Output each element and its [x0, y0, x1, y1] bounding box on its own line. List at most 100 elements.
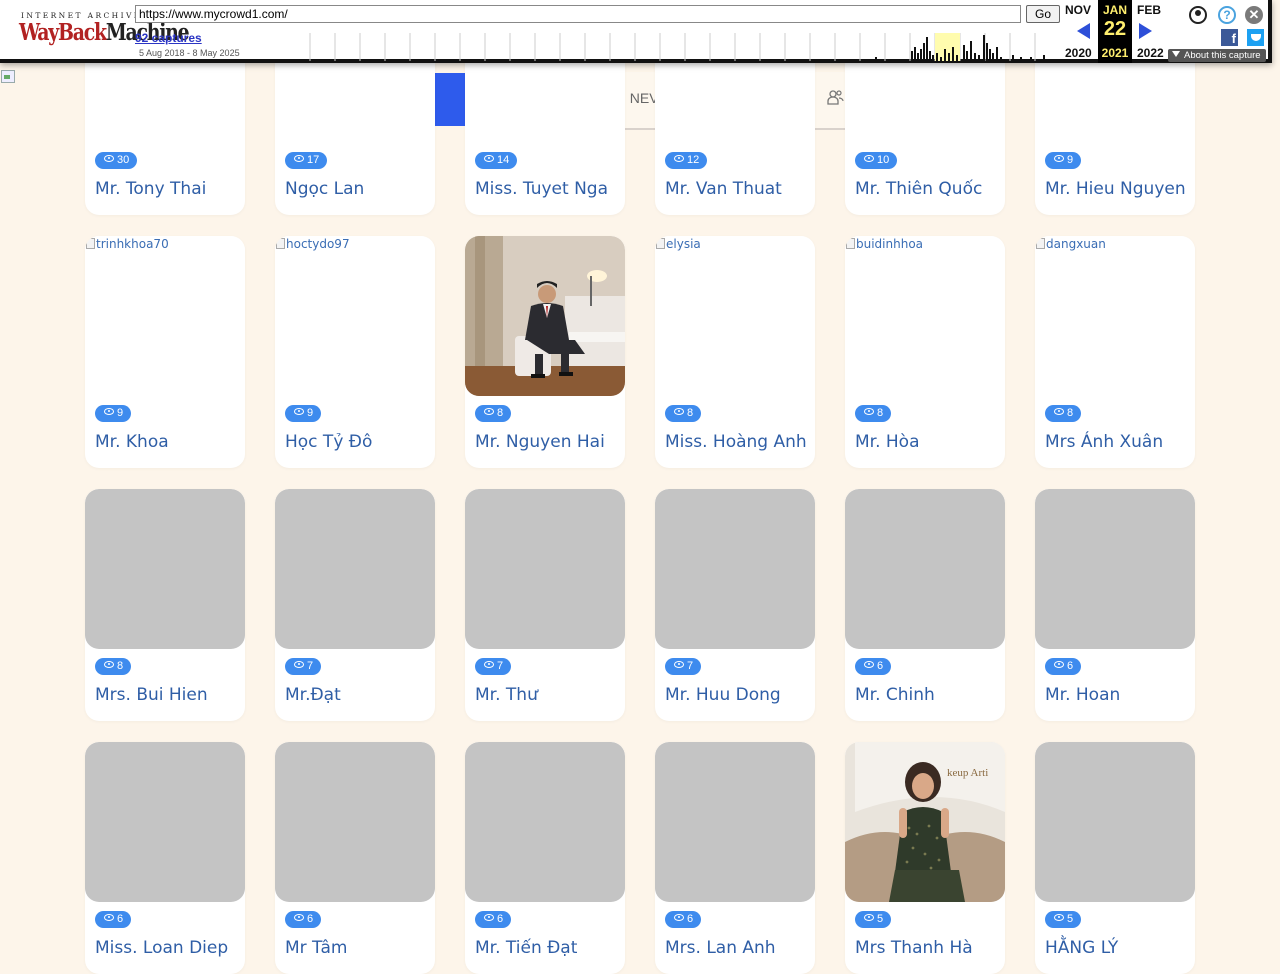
photo-alt-text: hoctydo97 [276, 237, 350, 251]
eye-icon [1054, 155, 1064, 162]
profile-card[interactable]: hoctydo97 9 Học Tỷ Đô [275, 236, 435, 468]
views-badge: 8 [665, 405, 702, 422]
people-icon[interactable] [826, 88, 844, 106]
profile-card[interactable]: keup Arti 5 Mrs Thanh Hà [845, 742, 1005, 974]
about-capture-button[interactable]: About this capture [1168, 49, 1266, 62]
profile-photo[interactable] [275, 489, 435, 649]
profile-card[interactable]: 7 Mr.Đạt [275, 489, 435, 721]
profile-name[interactable]: Mr. Tiến Đạt [475, 938, 577, 958]
profile-name[interactable]: Mr.Đạt [285, 685, 341, 705]
views-count: 6 [307, 913, 314, 925]
profile-photo[interactable] [465, 489, 625, 649]
profile-name[interactable]: Mrs. Lan Anh [665, 938, 776, 958]
profile-name[interactable]: Mr. Hoan [1045, 685, 1120, 705]
profile-name[interactable]: Mr. Chinh [855, 685, 935, 705]
profile-photo[interactable] [85, 489, 245, 649]
profile-photo[interactable]: keup Arti [845, 742, 1005, 902]
profile-card[interactable]: buidinhhoa 8 Mr. Hòa [845, 236, 1005, 468]
captures-link[interactable]: 92 captures [135, 31, 202, 45]
profile-photo[interactable]: buidinhhoa [845, 236, 1005, 396]
views-count: 8 [687, 407, 694, 419]
views-count: 9 [1067, 154, 1074, 166]
views-count: 8 [497, 407, 504, 419]
views-count: 8 [877, 407, 884, 419]
profile-name[interactable]: Mrs Thanh Hà [855, 938, 973, 958]
next-year-label[interactable]: 2022 [1137, 46, 1164, 60]
profile-card[interactable]: 8 Mr. Nguyen Hai [465, 236, 625, 468]
profile-name[interactable]: Ngọc Lan [285, 179, 364, 199]
profile-name[interactable]: Mr. Van Thuat [665, 179, 782, 199]
profile-photo[interactable]: elysia [655, 236, 815, 396]
profile-name[interactable]: Mrs. Bui Hien [95, 685, 208, 705]
profile-name[interactable]: Học Tỷ Đô [285, 432, 372, 452]
prev-month-label[interactable]: NOV [1065, 3, 1091, 17]
profile-photo[interactable] [465, 742, 625, 902]
views-badge: 5 [855, 911, 892, 928]
views-badge: 7 [285, 658, 322, 675]
views-badge: 8 [1045, 405, 1082, 422]
profile-photo[interactable] [655, 742, 815, 902]
profile-name[interactable]: Miss. Hoàng Anh [665, 432, 807, 452]
profile-name[interactable]: Mrs Ánh Xuân [1045, 432, 1163, 452]
facebook-share-icon[interactable]: f [1221, 29, 1238, 46]
views-badge: 6 [1045, 658, 1082, 675]
profile-name[interactable]: Mr. Thiên Quốc [855, 179, 982, 199]
broken-image-icon [0, 69, 16, 83]
profile-name[interactable]: Mr. Hieu Nguyen [1045, 179, 1186, 199]
profile-card[interactable]: 7 Mr. Huu Dong [655, 489, 815, 721]
profile-name[interactable]: Mr. Thư [475, 685, 538, 705]
user-account-icon[interactable] [1189, 6, 1207, 24]
profile-photo[interactable] [1035, 742, 1195, 902]
profile-card[interactable]: 6 Miss. Loan Diep [85, 742, 245, 974]
eye-icon [674, 914, 684, 921]
profile-name[interactable]: Miss. Loan Diep [95, 938, 228, 958]
profile-photo[interactable] [85, 742, 245, 902]
profile-name[interactable]: Mr. Huu Dong [665, 685, 781, 705]
profile-name[interactable]: Mr. Hòa [855, 432, 920, 452]
profile-card[interactable]: 6 Mr. Chinh [845, 489, 1005, 721]
close-icon[interactable]: ✕ [1245, 6, 1263, 24]
twitter-share-icon[interactable] [1247, 29, 1264, 46]
views-badge: 9 [1045, 152, 1082, 169]
profile-card[interactable]: 6 Mr. Hoan [1035, 489, 1195, 721]
eye-icon [484, 661, 494, 668]
profile-photo[interactable] [1035, 489, 1195, 649]
current-capture: JAN 22 2021 [1098, 0, 1132, 63]
profile-name[interactable]: Mr. Tony Thai [95, 179, 206, 199]
profile-card[interactable]: trinhkhoa70 9 Mr. Khoa [85, 236, 245, 468]
profile-card[interactable]: 6 Mr Tâm [275, 742, 435, 974]
profile-name[interactable]: HẰNG LÝ [1045, 938, 1118, 958]
profile-name[interactable]: Mr. Khoa [95, 432, 169, 452]
profile-photo[interactable]: hoctydo97 [275, 236, 435, 396]
profile-name[interactable]: Miss. Tuyet Nga [475, 179, 608, 199]
profile-photo[interactable] [845, 489, 1005, 649]
eye-icon [674, 408, 684, 415]
profile-card[interactable]: dangxuan 8 Mrs Ánh Xuân [1035, 236, 1195, 468]
profile-photo[interactable] [655, 489, 815, 649]
profile-name[interactable]: Mr Tâm [285, 938, 347, 958]
next-month-label[interactable]: FEB [1137, 3, 1161, 17]
url-input[interactable]: https://www.mycrowd1.com/ [135, 5, 1021, 23]
profile-card[interactable]: elysia 8 Miss. Hoàng Anh [655, 236, 815, 468]
profile-photo[interactable]: dangxuan [1035, 236, 1195, 396]
help-icon[interactable]: ? [1218, 6, 1236, 24]
profile-card[interactable]: 7 Mr. Thư [465, 489, 625, 721]
capture-sparkline[interactable] [308, 33, 1063, 61]
prev-year-label[interactable]: 2020 [1065, 46, 1092, 60]
profile-card[interactable]: 5 HẰNG LÝ [1035, 742, 1195, 974]
views-badge: 7 [665, 658, 702, 675]
profile-photo[interactable] [465, 236, 625, 396]
profile-card[interactable]: 6 Mrs. Lan Anh [655, 742, 815, 974]
nav-partial-text[interactable]: I NEV [622, 90, 659, 106]
dropdown-triangle-icon [1172, 51, 1180, 57]
eye-icon [1054, 914, 1064, 921]
prev-capture-arrow-icon[interactable] [1077, 23, 1090, 39]
profile-name[interactable]: Mr. Nguyen Hai [475, 432, 605, 452]
profile-card[interactable]: 6 Mr. Tiến Đạt [465, 742, 625, 974]
wayback-logo-wayback: WayBack [19, 19, 107, 46]
next-capture-arrow-icon[interactable] [1139, 23, 1152, 39]
profile-photo[interactable]: trinhkhoa70 [85, 236, 245, 396]
profile-card[interactable]: 8 Mrs. Bui Hien [85, 489, 245, 721]
profile-photo[interactable] [275, 742, 435, 902]
go-button[interactable]: Go [1026, 5, 1060, 23]
